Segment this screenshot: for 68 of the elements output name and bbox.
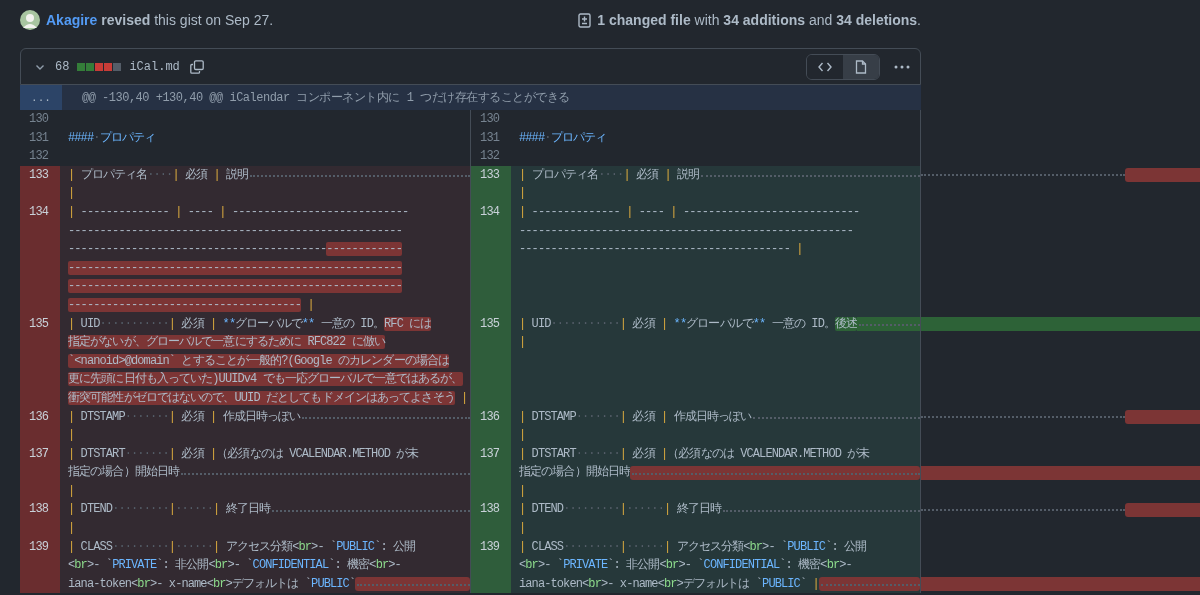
- change-summary: 1 changed file with 34 additions and 34 deletions.: [597, 12, 921, 28]
- code-line: | -------------- | ---- | ----------------------------: [519, 203, 860, 221]
- line-number: 136: [29, 409, 48, 424]
- line-number: 134: [480, 204, 499, 219]
- file-name: iCal.md: [129, 59, 180, 74]
- line-number: 130: [29, 112, 48, 126]
- line-number: 131: [480, 130, 499, 145]
- code-line: ------------------------------------- |: [68, 296, 314, 314]
- code-line: 指定の場合）開始日時: [68, 464, 179, 482]
- code-line: | UID···········| 必須 | **グローバルで** 一意の ID。RFC には: [68, 315, 432, 333]
- line-number: 139: [29, 539, 48, 554]
- code-line: |: [68, 520, 75, 538]
- copy-icon[interactable]: [187, 57, 206, 76]
- line-number: 134: [29, 204, 48, 219]
- code-line: |: [519, 520, 526, 538]
- avatar-icon: [20, 10, 40, 30]
- line-number: 135: [29, 316, 48, 331]
- line-number: 132: [480, 149, 499, 164]
- code-line: | プロパティ名····| 必須 | 説明: [68, 166, 249, 184]
- code-line: ####·プロパティ: [519, 129, 607, 147]
- code-line: iana-token<br>- x-name<br>デフォルトは `PUBLIC` |: [519, 575, 819, 593]
- file-diff-icon: [578, 12, 592, 28]
- code-line: -----------------------------------------------------: [68, 222, 402, 240]
- code-line: ####·プロパティ: [68, 129, 156, 147]
- code-line: | CLASS·········|······| アクセス分類<br>- `PUBLIC`: 公開: [68, 538, 416, 556]
- code-line: | DTSTART·······| 必須 |（必須なのは VCALENDAR.METHOD が未: [68, 445, 419, 463]
- code-line: | DTEND·········|······| 終了日時: [68, 501, 270, 519]
- code-line: |: [68, 427, 75, 445]
- code-line: | DTSTAMP·······| 必須 | 作成日時っぽい: [519, 408, 752, 426]
- code-line: |: [519, 334, 526, 352]
- code-line: <br>- `PRIVATE`: 非公開<br>- `CONFIDENTIAL`: 機密<br>-: [68, 557, 401, 575]
- code-line: | -------------- | ---- | ----------------------------: [68, 203, 409, 221]
- line-number: 132: [29, 149, 48, 164]
- code-line: iana-token<br>- x-name<br>デフォルトは `PUBLIC`: [68, 575, 356, 593]
- code-line: 指定の場合）開始日時: [519, 464, 630, 482]
- code-line: 衝突可能性がゼロではないので、UUID だとしてもドメインはあってよさそう |: [68, 389, 468, 407]
- line-number: 137: [480, 446, 499, 461]
- line-number: 133: [480, 167, 499, 182]
- code-line: |: [519, 427, 526, 445]
- line-number: 133: [29, 167, 48, 182]
- line-number: 130: [480, 112, 499, 126]
- code-line: <br>- `PRIVATE`: 非公開<br>- `CONFIDENTIAL`: 機密<br>-: [519, 557, 852, 575]
- code-line: | DTSTART·······| 必須 |（必須なのは VCALENDAR.METHOD が未: [519, 445, 870, 463]
- change-count: 68: [55, 59, 70, 74]
- code-line: -----------------------------------------------------: [519, 222, 853, 240]
- code-line: |: [519, 185, 526, 203]
- line-number: 136: [480, 409, 499, 424]
- revision-note: Akagire revised this gist on Sep 27.: [46, 12, 274, 28]
- file-icon[interactable]: [843, 54, 879, 79]
- hunk-header: @@ -130,40 +130,40 @@ iCalendar コンポーネント内に 1 つだけ存在することができる: [82, 90, 570, 106]
- user-link[interactable]: Akagire: [46, 12, 98, 28]
- line-number: 135: [480, 316, 499, 331]
- line-number: 138: [29, 502, 48, 517]
- expand-button[interactable]: ...: [20, 85, 62, 110]
- code-line: | プロパティ名····| 必須 | 説明: [519, 166, 700, 184]
- code-line: | DTEND·········|······| 終了日時: [519, 501, 721, 519]
- line-number: 131: [29, 130, 48, 145]
- code-line: |: [68, 482, 75, 500]
- code-line: | CLASS·········|······| アクセス分類<br>- `PUBLIC`: 公開: [519, 538, 867, 556]
- line-number: 137: [29, 446, 48, 461]
- code-line: -----------------------------------------------------: [68, 241, 402, 259]
- code-line: ------------------------------------------- |: [519, 241, 803, 259]
- code-line: |: [519, 482, 526, 500]
- code-line: | UID···········| 必須 | **グローバルで** 一意の ID。後述: [519, 315, 858, 333]
- code-line: | DTSTAMP·······| 必須 | 作成日時っぽい: [68, 408, 301, 426]
- code-line: |: [68, 185, 75, 203]
- line-number: 139: [480, 539, 499, 554]
- line-number: 138: [480, 502, 499, 517]
